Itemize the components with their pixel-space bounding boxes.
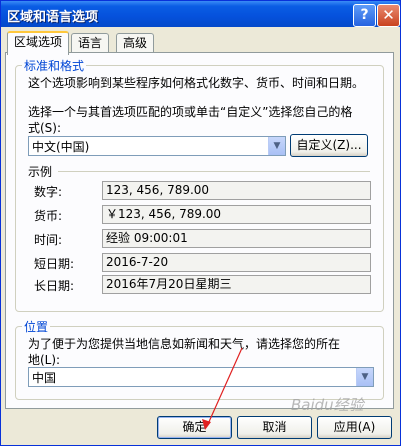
- annotation-arrow: [202, 347, 243, 430]
- dialog-window: 区域和语言选项 ? ✕ 区域选项 语言 高级 标准和格式 这个选项影响到某些程序…: [0, 0, 401, 446]
- watermark: Baidu经验: [291, 396, 364, 414]
- tab-regional-options[interactable]: 区域选项: [7, 31, 70, 55]
